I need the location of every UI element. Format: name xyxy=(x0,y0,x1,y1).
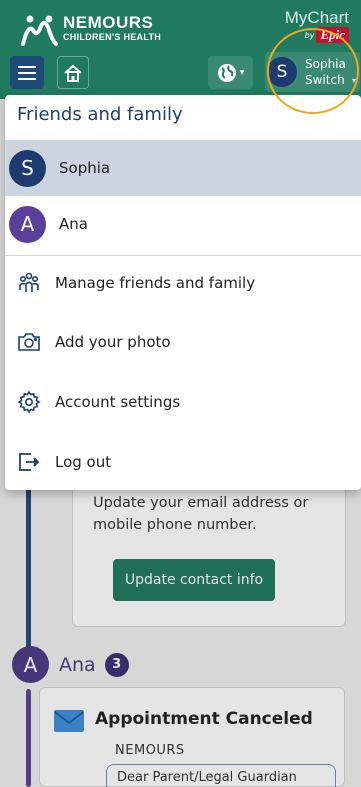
menu-item-label: Add your photo xyxy=(55,333,171,351)
menu-item-label: Manage friends and family xyxy=(55,274,256,292)
menu-item-label: Account settings xyxy=(55,393,181,411)
menu-button[interactable] xyxy=(10,56,44,89)
nemours-logo-icon xyxy=(21,15,58,46)
divider xyxy=(5,255,361,256)
people-icon xyxy=(17,271,41,295)
logout-icon xyxy=(17,450,41,474)
globe-icon xyxy=(217,63,236,82)
epic-badge: Epic xyxy=(316,27,349,43)
person-name: Sophia xyxy=(59,159,111,177)
home-icon xyxy=(64,64,82,82)
mychart-title: MyChart xyxy=(284,8,349,27)
chevron-down-icon: ▾ xyxy=(351,76,356,85)
log-out-item[interactable]: Log out xyxy=(5,437,361,487)
avatar: S xyxy=(9,149,46,187)
nemours-logo[interactable]: NEMOURS CHILDREN'S HEALTH xyxy=(19,14,161,48)
add-photo-item[interactable]: Add your photo xyxy=(5,317,361,367)
avatar: A xyxy=(9,205,46,243)
manage-friends-family-item[interactable]: Manage friends and family xyxy=(5,258,361,308)
hamburger-icon xyxy=(18,65,36,80)
avatar: S xyxy=(267,57,297,87)
person-item-ana[interactable]: A Ana xyxy=(5,196,361,252)
camera-icon xyxy=(17,330,41,354)
switcher-name: Sophia xyxy=(305,57,346,71)
menu-item-label: Log out xyxy=(55,453,112,471)
brand-name: NEMOURS xyxy=(63,13,154,32)
mychart-by: by xyxy=(304,30,315,40)
dropdown-title: Friends and family xyxy=(17,104,183,125)
patient-switcher-button[interactable]: S Sophia Switch ▾ xyxy=(265,52,360,92)
person-item-sophia[interactable]: S Sophia xyxy=(5,140,361,196)
app-header: NEMOURS CHILDREN'S HEALTH MyChart by Epi… xyxy=(0,0,361,99)
account-settings-item[interactable]: Account settings xyxy=(5,377,361,427)
friends-family-dropdown: Friends and family S Sophia A Ana Manage… xyxy=(5,95,361,490)
mychart-logo: MyChart by Epic xyxy=(285,8,349,43)
switcher-action: Switch xyxy=(305,73,345,87)
language-button[interactable]: ▾ xyxy=(208,56,253,89)
home-button[interactable] xyxy=(57,56,89,89)
chevron-down-icon: ▾ xyxy=(239,67,245,78)
brand-subtitle: CHILDREN'S HEALTH xyxy=(63,32,162,42)
person-name: Ana xyxy=(59,215,88,233)
gear-icon xyxy=(17,390,41,414)
